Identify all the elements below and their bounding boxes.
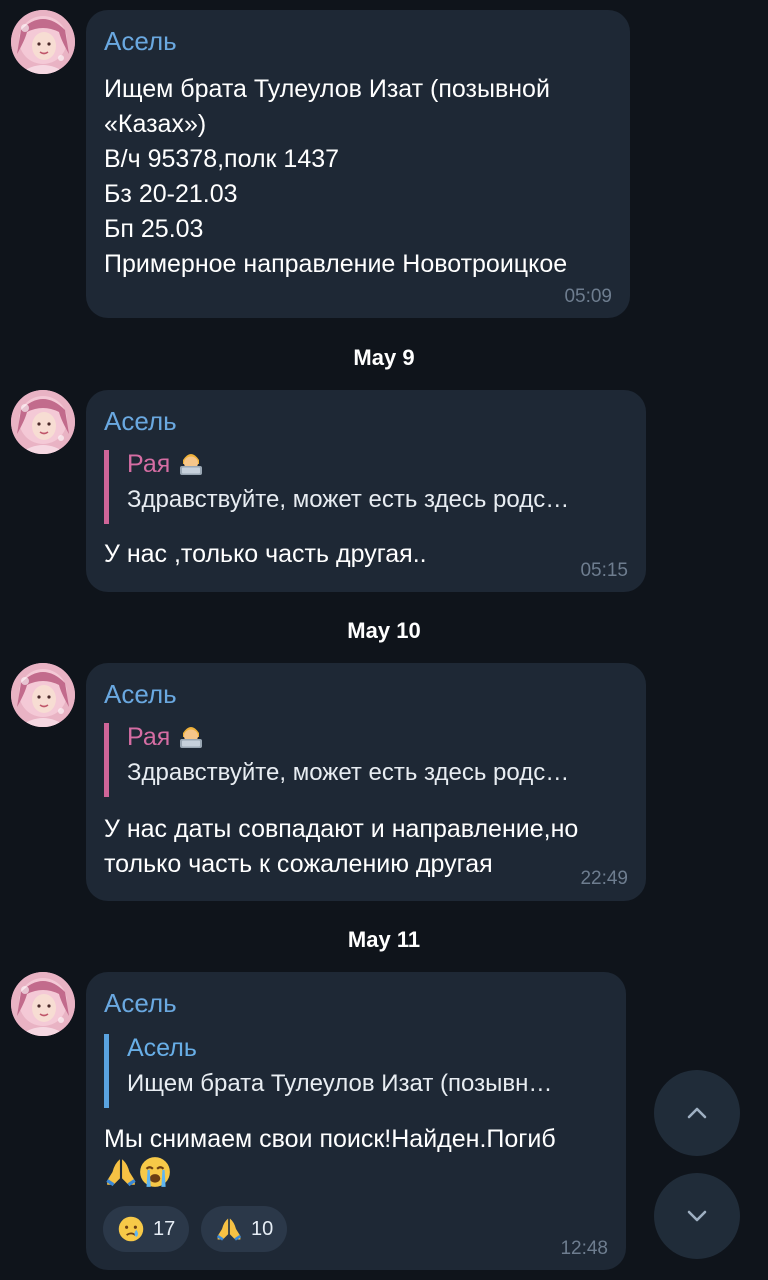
message-line: Бз 20-21.03 bbox=[104, 180, 238, 208]
reaction-count: 17 bbox=[153, 1217, 176, 1240]
reply-quote[interactable]: Рая Здравствуйте, может есть здесь родс… bbox=[104, 723, 624, 797]
message-time: 05:15 bbox=[580, 560, 628, 581]
message-line: только часть к сожалению другая bbox=[104, 850, 493, 878]
reply-author: Рая bbox=[127, 723, 171, 751]
sender-name[interactable]: Асель bbox=[104, 406, 177, 437]
sender-avatar[interactable] bbox=[11, 972, 75, 1036]
reply-quote[interactable]: Асель Ищем брата Тулеулов Изат (позывн… bbox=[104, 1034, 604, 1108]
chevron-down-icon bbox=[687, 1210, 707, 1222]
message-line: Мы снимаем свои поиск!Найден.Погиб bbox=[104, 1125, 556, 1153]
sender-name[interactable]: Асель bbox=[104, 679, 177, 710]
message-bubble[interactable]: Асель Ищем брата Тулеулов Изат (позывной… bbox=[86, 10, 630, 318]
sender-avatar[interactable] bbox=[11, 390, 75, 454]
reply-text: Ищем брата Тулеулов Изат (позывн… bbox=[127, 1070, 553, 1097]
date-separator: May 11 bbox=[347, 927, 421, 952]
technologist-emoji bbox=[177, 448, 205, 476]
sender-name[interactable]: Асель bbox=[104, 26, 177, 57]
date-separator: May 9 bbox=[353, 345, 415, 370]
message-line: Примерное направление Новотроицкое bbox=[104, 250, 568, 278]
reply-author: Рая bbox=[127, 450, 171, 478]
message-time: 05:09 bbox=[564, 286, 612, 307]
message-time: 22:49 bbox=[580, 868, 628, 889]
reaction-count: 10 bbox=[251, 1217, 274, 1240]
message-line: В/ч 95378,полк 1437 bbox=[104, 145, 340, 173]
message-bubble[interactable]: Асель Рая Здравствуйте, может есть здесь… bbox=[86, 663, 646, 901]
sender-avatar[interactable] bbox=[11, 10, 75, 74]
message-line: У нас даты совпадают и направление,но bbox=[104, 815, 579, 843]
folded-hands-emoji bbox=[215, 1215, 243, 1243]
message-line: «Казах») bbox=[104, 110, 207, 138]
reply-text: Здравствуйте, может есть здесь родс… bbox=[127, 486, 570, 513]
message-time: 12:48 bbox=[560, 1238, 608, 1259]
loudly-crying-emoji bbox=[138, 1155, 172, 1189]
message-bubble[interactable]: Асель Рая Здравствуйте, может есть здесь… bbox=[86, 390, 646, 592]
scroll-up-button[interactable] bbox=[654, 1070, 740, 1156]
crying-face-emoji bbox=[117, 1215, 145, 1243]
folded-hands-emoji bbox=[104, 1155, 138, 1189]
emoji-line bbox=[104, 1154, 172, 1189]
scroll-down-button[interactable] bbox=[654, 1173, 740, 1259]
reply-quote[interactable]: Рая Здравствуйте, может есть здесь родс… bbox=[104, 450, 624, 524]
reaction-chip[interactable]: 17 bbox=[103, 1206, 190, 1252]
date-separator: May 10 bbox=[347, 618, 421, 643]
sender-avatar[interactable] bbox=[11, 663, 75, 727]
message-line: У нас ,только часть другая.. bbox=[104, 540, 427, 568]
chevron-up-icon bbox=[687, 1107, 707, 1119]
technologist-emoji bbox=[177, 721, 205, 749]
message-line: Ищем брата Тулеулов Изат (позывной bbox=[104, 75, 550, 103]
reply-author: Асель bbox=[127, 1034, 197, 1062]
reply-text: Здравствуйте, может есть здесь родс… bbox=[127, 759, 570, 786]
message-bubble[interactable]: Асель Асель Ищем брата Тулеулов Изат (по… bbox=[86, 972, 626, 1270]
reaction-chip[interactable]: 10 bbox=[201, 1206, 288, 1252]
sender-name[interactable]: Асель bbox=[104, 988, 177, 1019]
message-line: Бп 25.03 bbox=[104, 215, 204, 243]
